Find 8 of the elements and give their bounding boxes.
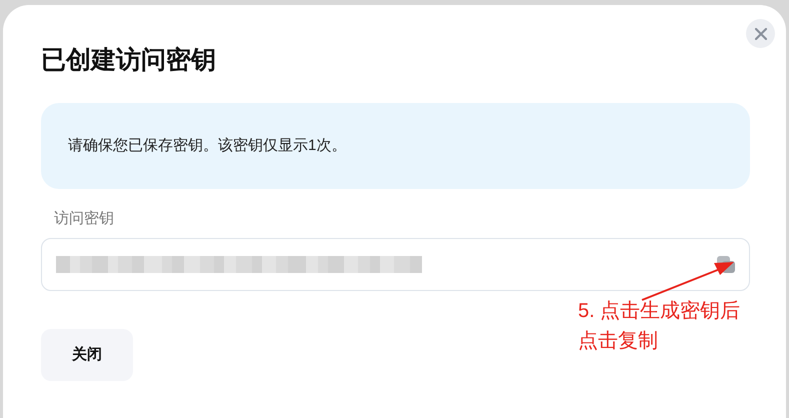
dialog-title: 已创建访问密钥 [41, 45, 217, 75]
close-button[interactable] [746, 19, 775, 48]
dialog-button[interactable]: 关闭 [41, 329, 133, 381]
field-label: 访问密钥 [54, 209, 115, 229]
notice-text: 请确保您已保存密钥。该密钥仅显示1次。 [68, 136, 346, 156]
close-icon [754, 28, 766, 40]
key-field[interactable] [41, 238, 750, 291]
annotation-text: 5. 点击生成密钥后 点击复制 [578, 299, 740, 354]
